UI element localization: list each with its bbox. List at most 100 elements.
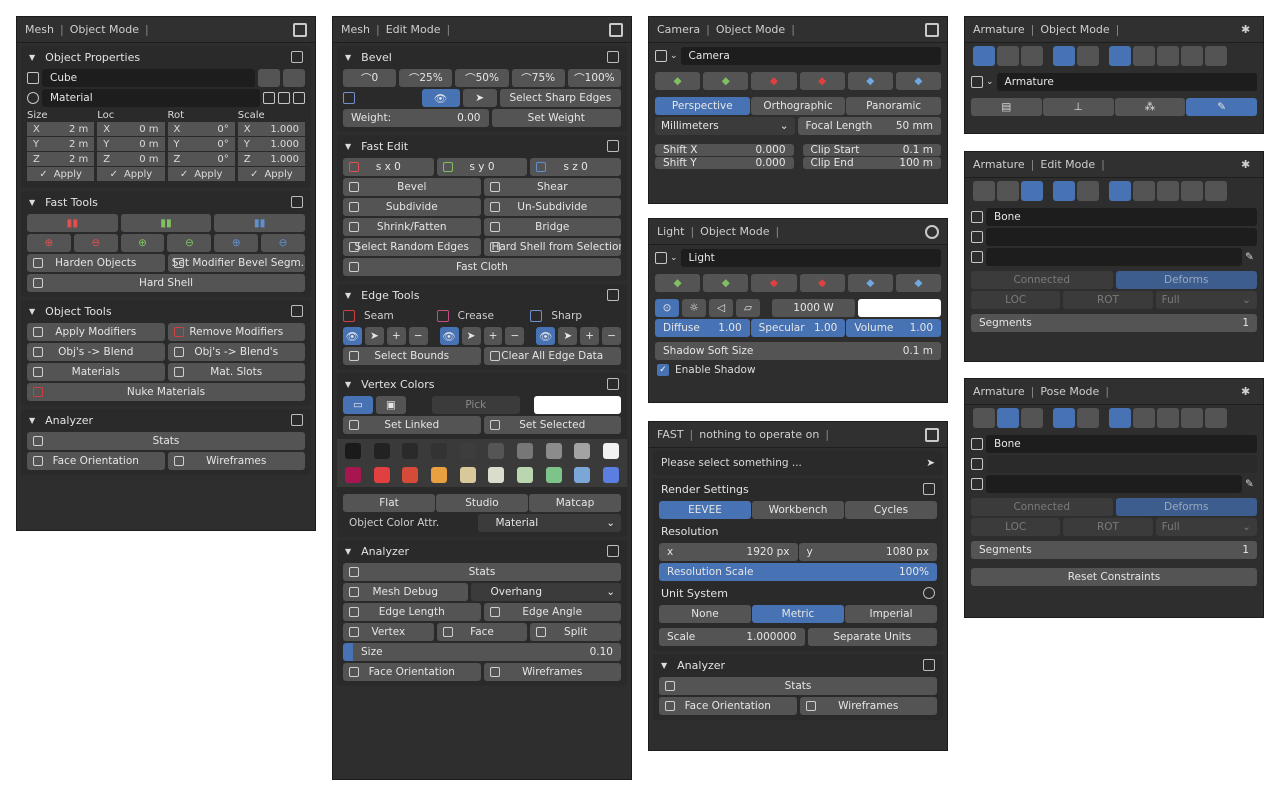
face-orientation-button[interactable]: Face Orientation [343, 663, 481, 681]
segments-field[interactable]: Segments 1 [971, 314, 1257, 332]
section-title[interactable]: Object Properties [45, 51, 140, 64]
mesh-debug-button[interactable]: Mesh Debug [343, 583, 468, 601]
parent-field[interactable] [986, 228, 1257, 246]
split-button[interactable]: Split [530, 623, 622, 641]
hard-shell-from-selection-button[interactable]: Hard Shell from Selection [483, 238, 621, 256]
fast-cloth-button[interactable]: Fast Cloth [343, 258, 621, 276]
add-x-button[interactable]: ⊕ [27, 234, 71, 252]
set-weight-button[interactable]: Set Weight [491, 109, 621, 127]
seam-add-icon[interactable]: + [386, 327, 406, 345]
sharp-select-icon[interactable]: ➤ [558, 327, 578, 345]
add-z-button[interactable]: ⊕ [214, 234, 259, 252]
chart-icon[interactable] [291, 414, 303, 426]
bridge-button[interactable]: Bridge [483, 218, 621, 236]
tool-icon[interactable] [1053, 408, 1075, 428]
bevel-50-button[interactable]: ⌒ 50% [455, 69, 509, 87]
align-y-neg[interactable]: ◆ [799, 72, 845, 90]
orthographic-button[interactable]: Orthographic [750, 97, 846, 115]
seam-eye-icon[interactable]: 👁 [343, 327, 362, 345]
crease-eye-icon[interactable]: 👁 [439, 327, 459, 345]
vertex-button[interactable]: Vertex [343, 623, 434, 641]
tool-icon[interactable] [1053, 46, 1075, 66]
face-orientation-button[interactable]: Face Orientation [659, 697, 797, 715]
tool-icon[interactable] [1205, 408, 1227, 428]
bone-group-icon[interactable]: ⁂ [1114, 98, 1186, 116]
wireframes-button[interactable]: Wireframes [483, 663, 621, 681]
tool-icon[interactable] [1181, 181, 1203, 201]
mirror-z-button[interactable]: ▮▮ [214, 214, 306, 232]
bone-icon[interactable]: ✎ [1186, 98, 1257, 116]
inherit-loc-toggle[interactable]: LOC [971, 291, 1061, 309]
stats-button[interactable]: Stats [27, 432, 305, 450]
clear-all-edge-data-button[interactable]: Clear All Edge Data [483, 347, 621, 365]
object-icon[interactable] [293, 22, 307, 37]
align-y-pos[interactable]: ◆ [751, 72, 797, 90]
align-x-pos[interactable]: ◆ [655, 72, 701, 90]
size-z[interactable]: Z2 m [27, 152, 95, 167]
tool-icon[interactable] [1021, 408, 1043, 428]
power-field[interactable]: 1000 W [772, 299, 855, 317]
tool-icon[interactable] [1077, 46, 1099, 66]
face-button[interactable]: Face [436, 623, 528, 641]
edge-length-button[interactable]: Edge Length [343, 603, 481, 621]
sun-icon[interactable] [925, 224, 939, 239]
shear-button[interactable]: Shear [483, 178, 621, 196]
resolution-y-field[interactable]: y 1080 px [798, 543, 937, 561]
rot-x[interactable]: X 0° [167, 122, 235, 137]
crease-select-icon[interactable]: ➤ [461, 327, 481, 345]
remove-modifiers-button[interactable]: Remove Modifiers [167, 323, 305, 341]
bevel-75-button[interactable]: ⌒ 75% [511, 69, 565, 87]
tool-icon[interactable] [1133, 408, 1155, 428]
align-y-pos[interactable]: ◆ [751, 274, 797, 292]
tool-icon[interactable] [1205, 46, 1227, 66]
palette-swatch[interactable] [402, 443, 419, 459]
point-light-icon[interactable]: ⊙ [655, 299, 679, 317]
loc-x[interactable]: X0 m [97, 122, 165, 137]
armature-icon[interactable]: ✱ [1241, 23, 1255, 37]
section-title[interactable]: Object Tools [45, 305, 111, 318]
scale-z[interactable]: Z 1.000 [237, 152, 305, 167]
palette-swatch[interactable] [602, 467, 619, 483]
hard-shell-button[interactable]: Hard Shell [27, 274, 305, 292]
harden-objects-button[interactable]: Harden Objects [27, 254, 165, 272]
face-orientation-button[interactable]: Face Orientation [27, 452, 165, 470]
section-title[interactable]: Analyzer [45, 414, 93, 427]
brush-icon[interactable] [291, 196, 303, 208]
palette-swatch[interactable] [545, 467, 562, 483]
camera-icon[interactable] [925, 22, 939, 37]
eyedropper-icon[interactable]: ✎ [1245, 251, 1257, 263]
bevel-0-button[interactable]: ⌒ 0 [343, 69, 397, 87]
align-z-pos[interactable]: ◆ [847, 72, 893, 90]
vertex-mode-icon[interactable]: ▭ [343, 396, 373, 414]
palette-swatch[interactable] [574, 443, 591, 459]
mat-slots-button[interactable]: Mat. Slots [167, 363, 305, 381]
seam-select-icon[interactable]: ➤ [364, 327, 384, 345]
tool-icon[interactable] [1109, 181, 1131, 201]
unit-scale-field[interactable]: Scale 1.000000 [659, 628, 805, 646]
un-subdivide-button[interactable]: Un-Subdivide [483, 198, 621, 216]
copy-icon[interactable] [278, 92, 290, 104]
diffuse-field[interactable]: Diffuse 1.00 [655, 319, 750, 337]
face-mode-icon[interactable]: ▣ [376, 396, 406, 414]
armature-icon[interactable]: ✱ [1241, 158, 1255, 172]
mirror-y-button[interactable]: ▮▮ [120, 214, 212, 232]
palette-swatch[interactable] [373, 443, 390, 459]
resolution-x-field[interactable]: x 1920 px [659, 543, 798, 561]
close-icon[interactable] [293, 92, 305, 104]
align-x-neg[interactable]: ◆ [703, 274, 749, 292]
tool-icon[interactable] [1077, 408, 1099, 428]
segments-field[interactable]: Segments 1 [971, 541, 1257, 559]
eyedropper-icon[interactable]: ✎ [1245, 478, 1257, 490]
palette-swatch[interactable] [459, 443, 476, 459]
edge-tools-icon[interactable] [607, 289, 619, 301]
bone-name-field[interactable]: Bone [986, 208, 1257, 226]
shadow-soft-size-field[interactable]: Shadow Soft Size 0.1 m [655, 342, 941, 360]
tool-icon[interactable] [1077, 181, 1099, 201]
flat-button[interactable]: Flat [343, 494, 435, 512]
light-color-swatch[interactable] [858, 299, 941, 317]
inherit-scale-dropdown[interactable]: Full ⌄ [1155, 518, 1257, 536]
sphere-smooth-icon[interactable] [283, 69, 305, 87]
sub-y-button[interactable]: ⊖ [167, 234, 212, 252]
perspective-button[interactable]: Perspective [655, 97, 750, 115]
seam-remove-icon[interactable]: − [408, 327, 428, 345]
